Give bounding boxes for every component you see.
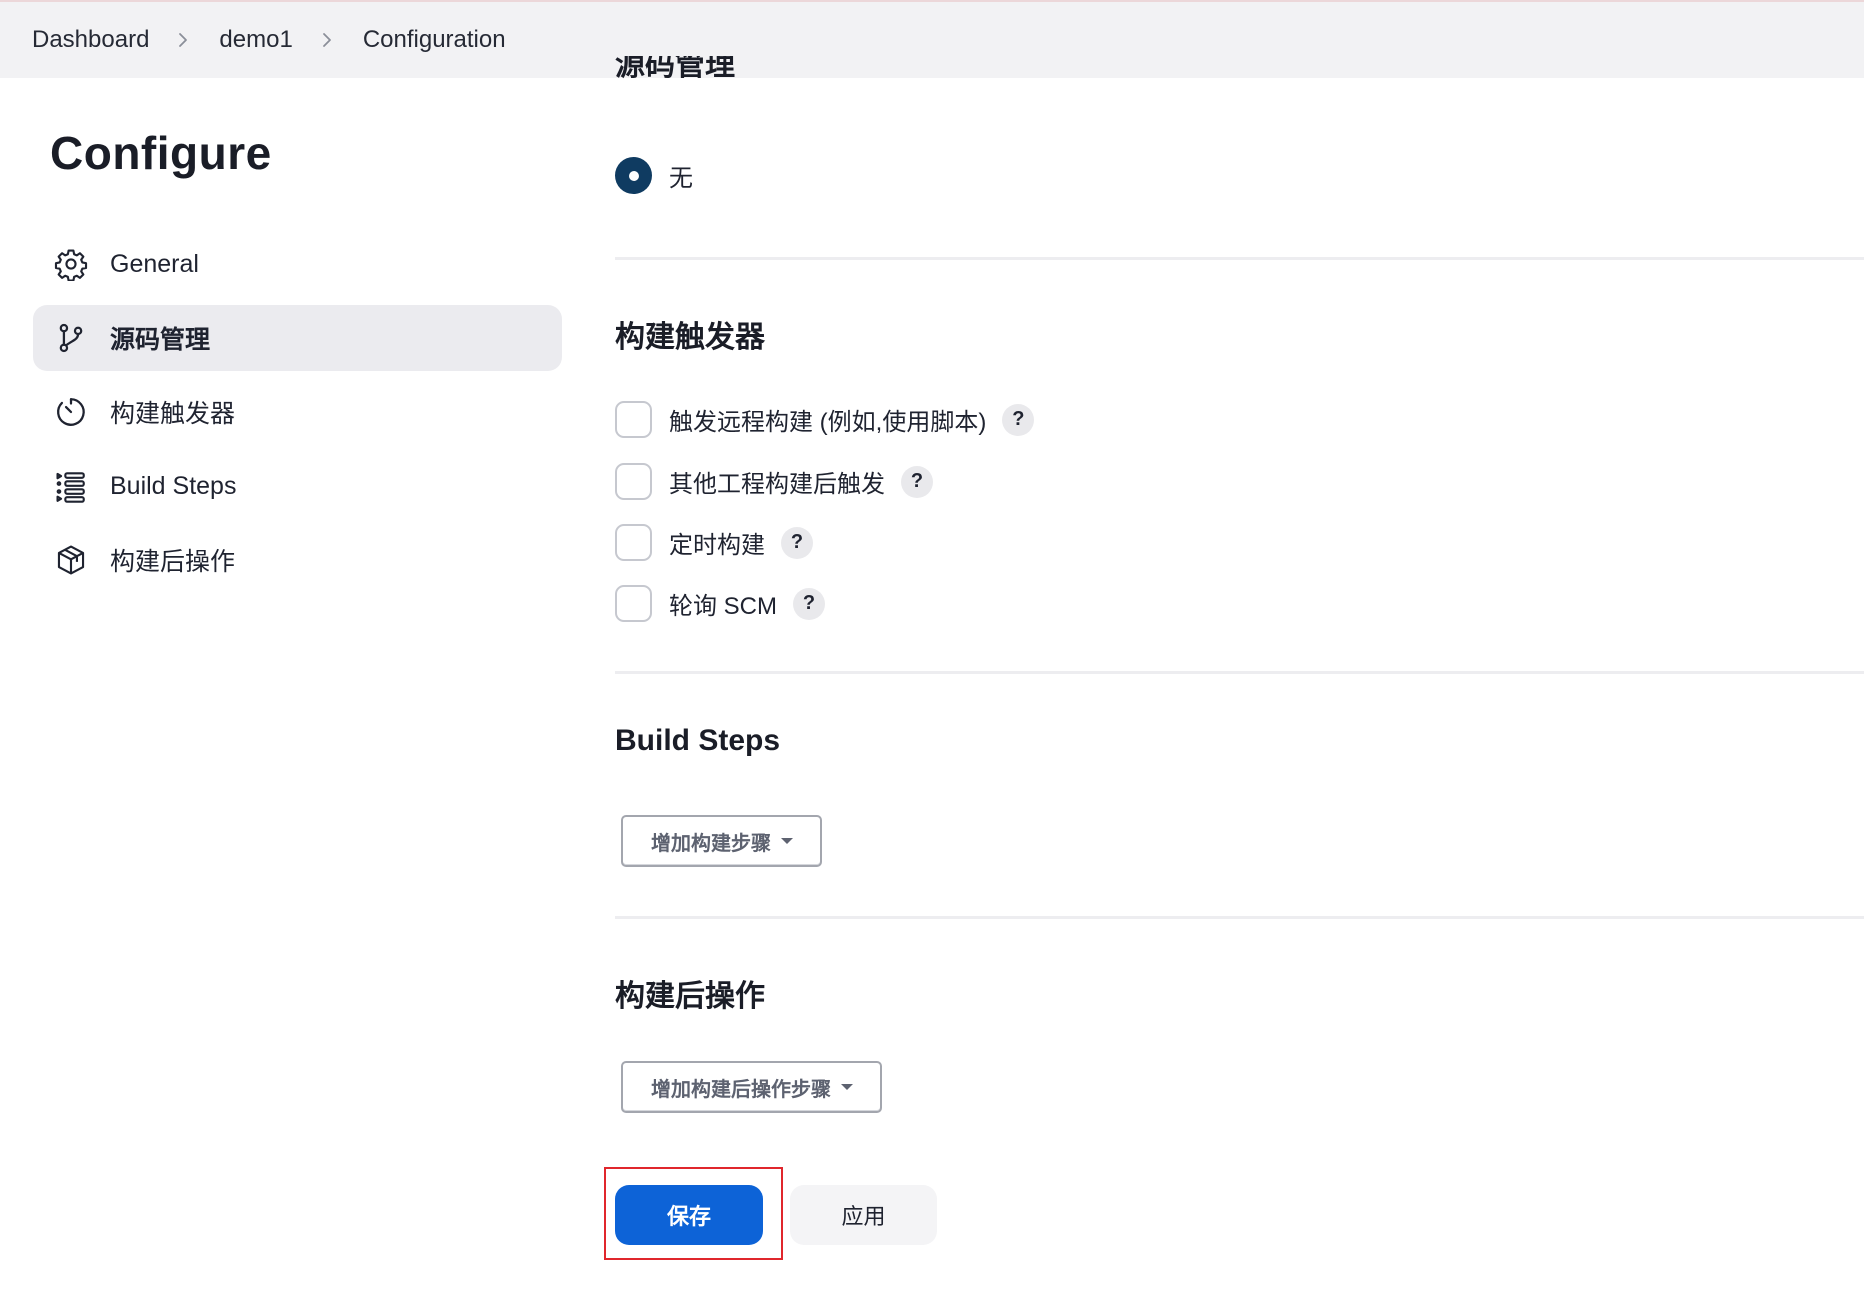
section-heading-build-steps: Build Steps (615, 724, 781, 757)
checkbox-label: 轮询 SCM (669, 593, 777, 620)
save-button[interactable]: 保存 (615, 1185, 763, 1245)
section-heading-scm: 源码管理 (615, 56, 735, 82)
sidebar-item-general[interactable]: General (33, 231, 562, 297)
add-build-step-label: 增加构建步骤 (651, 832, 771, 855)
chevron-right-icon (175, 32, 191, 48)
sidebar-item-build-steps[interactable]: Build Steps (33, 453, 562, 519)
add-post-build-step-label: 增加构建后操作步骤 (651, 1078, 831, 1101)
help-icon[interactable]: ? (793, 587, 825, 620)
page-title: Configure (50, 127, 272, 179)
checkbox[interactable] (615, 463, 652, 500)
list-steps-icon (53, 468, 89, 504)
sidebar-item-label: 源码管理 (110, 326, 211, 354)
radio-selected-dot (628, 170, 639, 181)
trigger-option-periodic: 定时构建 ? (615, 524, 813, 561)
help-icon[interactable]: ? (781, 526, 813, 559)
help-icon[interactable]: ? (901, 465, 933, 498)
trigger-option-poll-scm: 轮询 SCM ? (615, 585, 825, 622)
trigger-option-remote: 触发远程构建 (例如,使用脚本) ? (615, 401, 1035, 438)
save-button-label: 保存 (666, 1204, 711, 1229)
radio-label: 无 (669, 165, 693, 192)
jenkins-configure-page: Dashboard demo1 Configuration Configure … (0, 0, 1864, 1302)
section-heading-post-build: 构建后操作 (615, 980, 765, 1013)
add-post-build-step-button[interactable]: 增加构建后操作步骤 (621, 1061, 882, 1113)
section-divider (615, 671, 1864, 674)
radio-button[interactable] (615, 157, 652, 194)
package-icon (53, 542, 89, 578)
timer-icon (53, 394, 89, 430)
caret-down-icon (781, 838, 793, 844)
breadcrumb-dashboard[interactable]: Dashboard (32, 26, 149, 54)
checkbox-label: 触发远程构建 (例如,使用脚本) (669, 409, 987, 436)
sidebar-item-triggers[interactable]: 构建触发器 (33, 379, 562, 445)
trigger-option-upstream: 其他工程构建后触发 ? (615, 463, 933, 500)
sidebar-item-post-build[interactable]: 构建后操作 (33, 527, 562, 593)
chevron-right-icon (319, 32, 335, 48)
checkbox[interactable] (615, 524, 652, 561)
add-build-step-button[interactable]: 增加构建步骤 (621, 815, 822, 867)
section-divider (615, 257, 1864, 260)
sidebar-item-label: Build Steps (110, 471, 237, 500)
caret-down-icon (841, 1084, 853, 1090)
checkbox[interactable] (615, 401, 652, 438)
apply-button-label: 应用 (841, 1204, 886, 1229)
checkbox-label: 定时构建 (669, 532, 765, 559)
gear-icon (53, 246, 89, 282)
breadcrumb: Dashboard demo1 Configuration (0, 0, 1864, 78)
breadcrumb-demo1[interactable]: demo1 (219, 26, 292, 54)
apply-button[interactable]: 应用 (790, 1185, 937, 1245)
checkbox[interactable] (615, 585, 652, 622)
sidebar-item-label: 构建触发器 (110, 400, 236, 428)
breadcrumb-configuration[interactable]: Configuration (363, 26, 506, 54)
sidebar-item-label: 构建后操作 (110, 548, 236, 576)
help-icon[interactable]: ? (1002, 403, 1035, 436)
section-heading-triggers: 构建触发器 (615, 321, 765, 354)
sidebar-item-label: General (110, 249, 199, 278)
checkbox-label: 其他工程构建后触发 (669, 471, 885, 498)
section-divider (615, 916, 1864, 919)
git-branch-icon (53, 320, 89, 356)
sidebar-item-scm[interactable]: 源码管理 (33, 305, 562, 371)
scm-option-none[interactable]: 无 (615, 157, 693, 194)
